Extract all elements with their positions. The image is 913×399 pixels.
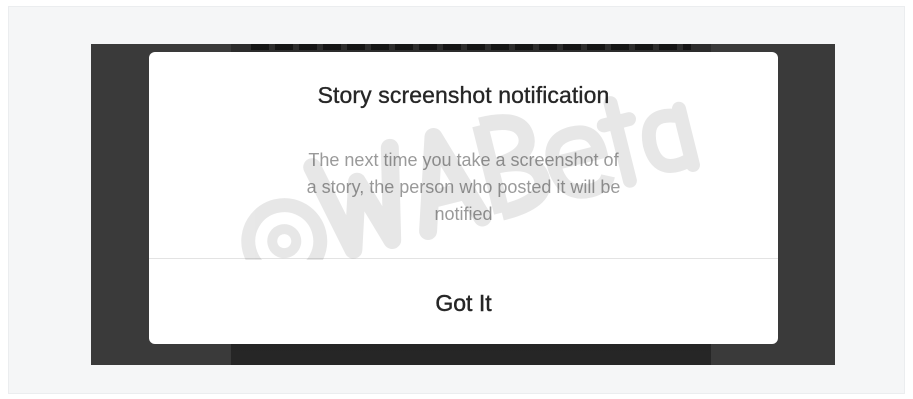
dialog-message-line: notified <box>434 204 493 224</box>
dialog-message-line: The next time you take a screenshot of <box>308 150 619 170</box>
dialog-message: The next time you take a screenshot of a… <box>149 147 778 228</box>
got-it-button[interactable]: Got It <box>149 259 778 344</box>
screenshot-notification-dialog: Story screenshot notification The next t… <box>149 52 778 344</box>
story-photo-caption <box>251 44 691 50</box>
dialog-title: Story screenshot notification <box>317 82 610 108</box>
dialog-message-line: a story, the person who posted it will b… <box>306 177 621 197</box>
